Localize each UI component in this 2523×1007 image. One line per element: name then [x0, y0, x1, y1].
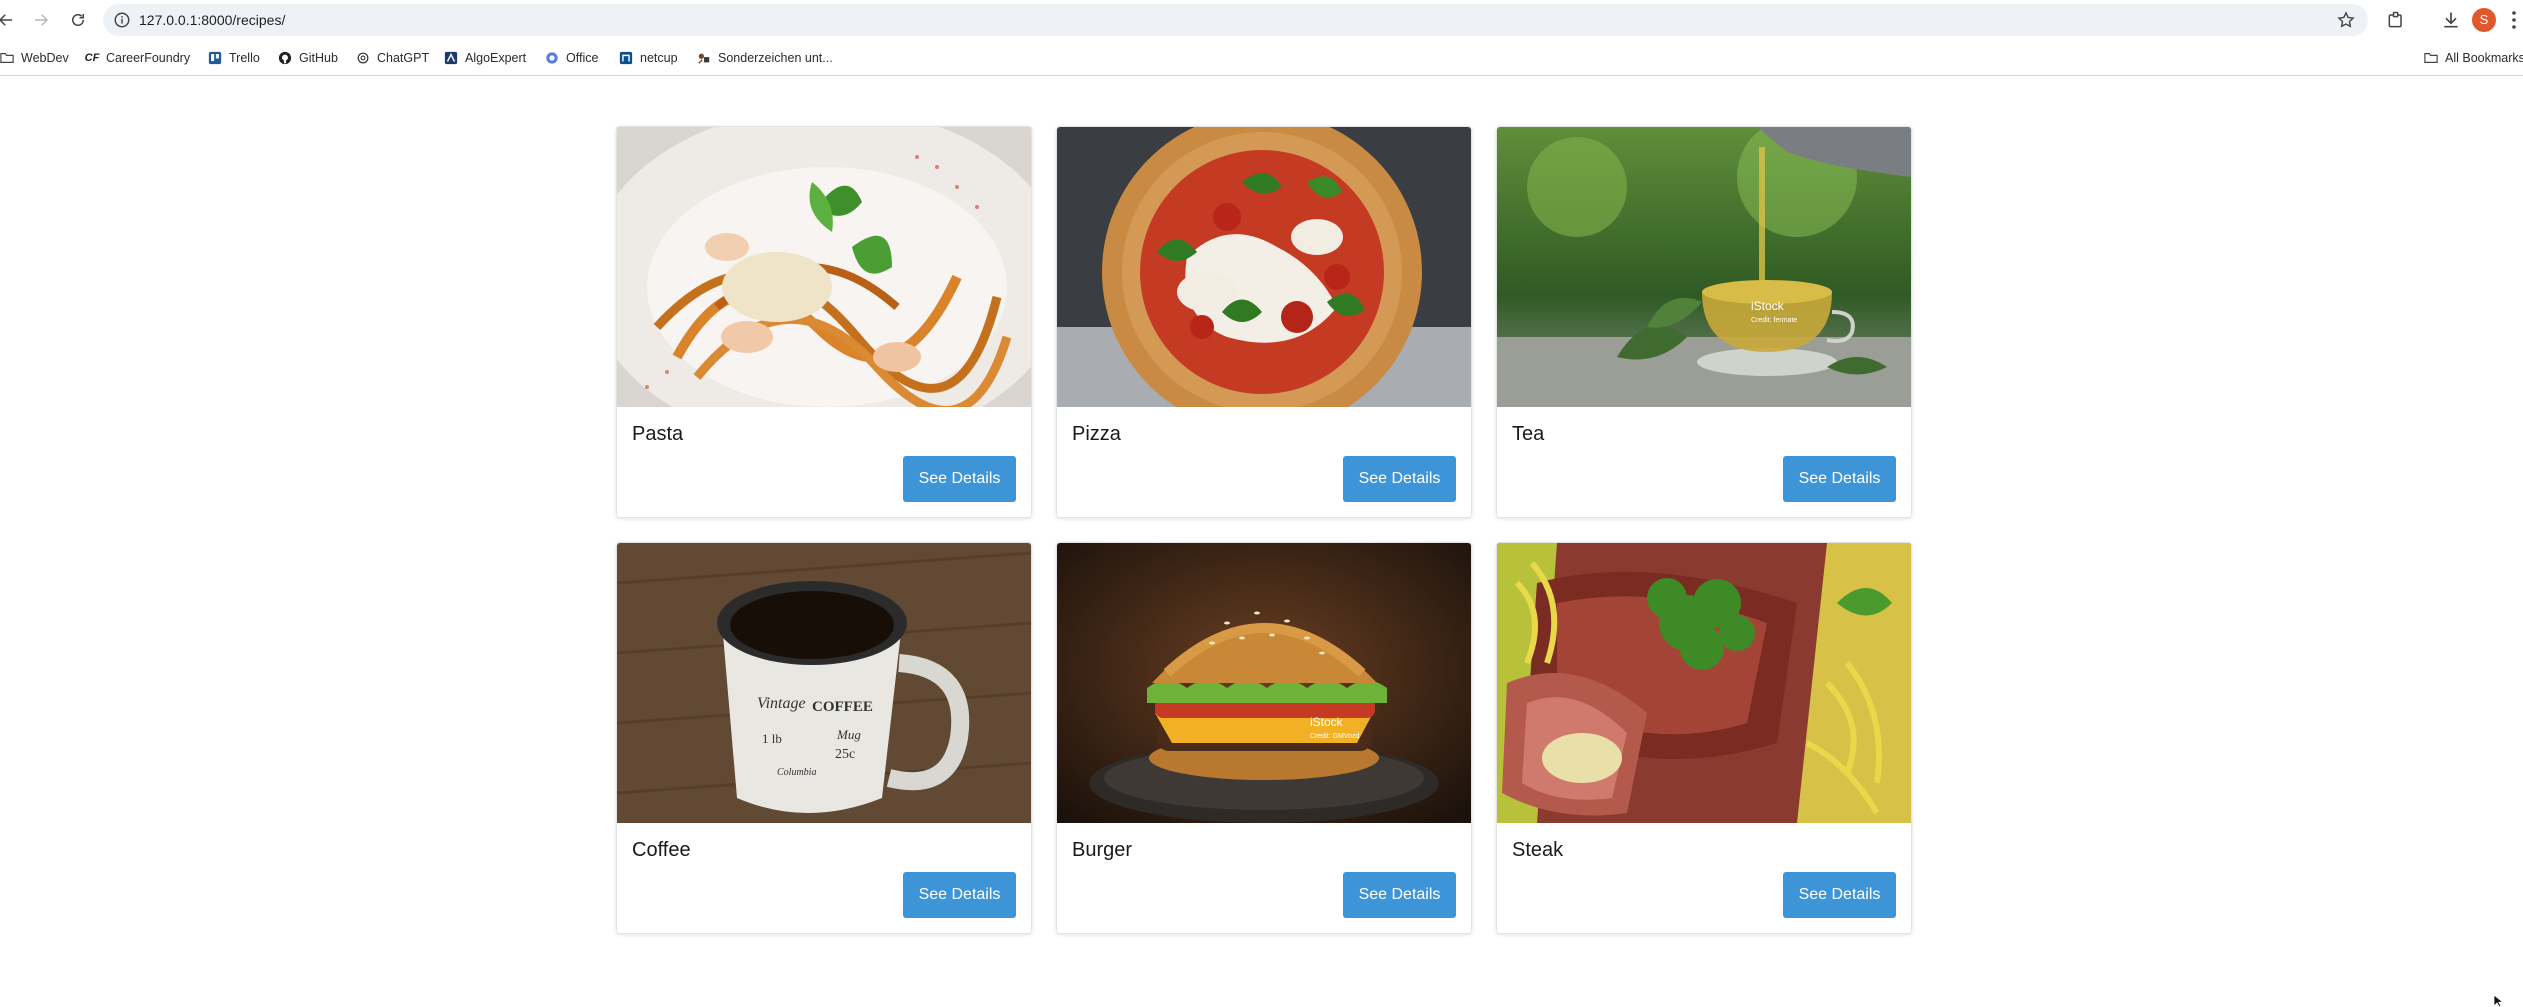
- see-details-button[interactable]: See Details: [1783, 872, 1896, 918]
- tea-credit: Credit: fermate: [1751, 317, 1797, 324]
- steak-photo: [1497, 543, 1911, 823]
- office-icon: [545, 51, 559, 65]
- coffee-photo: Vintage COFFEE 1 lb Mug 25c Columbia: [617, 543, 1031, 823]
- folder-icon: [2424, 51, 2438, 65]
- bookmark-star-icon[interactable]: [2336, 10, 2356, 30]
- bookmark-label: CareerFoundry: [106, 51, 191, 65]
- burger-watermark: iStock: [1310, 715, 1344, 729]
- bookmark-github[interactable]: GitHub: [278, 48, 338, 68]
- bookmark-label: ChatGPT: [377, 51, 430, 65]
- pasta-photo: [617, 127, 1031, 407]
- see-details-button[interactable]: See Details: [1783, 456, 1896, 502]
- svg-text:COFFEE: COFFEE: [812, 699, 873, 715]
- see-details-button[interactable]: See Details: [1343, 456, 1456, 502]
- recipe-card-pizza: Pizza See Details: [1056, 126, 1472, 518]
- recipe-title: Burger: [1072, 839, 1133, 861]
- forward-icon[interactable]: [29, 8, 53, 32]
- recipe-title: Pasta: [632, 423, 684, 445]
- all-bookmarks-label: All Bookmarks: [2445, 51, 2523, 65]
- algoexpert-icon: [444, 51, 458, 65]
- recipe-title: Coffee: [632, 839, 691, 861]
- bookmark-label: Office: [566, 51, 599, 65]
- pizza-photo: [1057, 127, 1471, 407]
- trello-icon: [208, 51, 222, 65]
- extensions-icon[interactable]: [2385, 9, 2407, 31]
- back-icon[interactable]: [0, 8, 18, 32]
- recipe-title: Tea: [1512, 423, 1545, 445]
- recipe-card-steak: Steak See Details: [1496, 542, 1912, 934]
- bookmarks-bar: WebDev CF CareerFoundry Trello GitHub Ch…: [0, 40, 2523, 76]
- profile-avatar[interactable]: S: [2472, 8, 2496, 32]
- mouse-cursor-icon: [2493, 994, 2505, 1007]
- address-bar[interactable]: 127.0.0.1:8000/recipes/: [103, 4, 2368, 36]
- browser-toolbar: 127.0.0.1:8000/recipes/ S: [0, 0, 2523, 40]
- bookmark-webdev[interactable]: WebDev: [0, 48, 69, 68]
- svg-text:Mug: Mug: [836, 727, 861, 742]
- url-text[interactable]: 127.0.0.1:8000/recipes/: [139, 11, 285, 29]
- bookmark-label: netcup: [640, 51, 678, 65]
- svg-text:Vintage: Vintage: [757, 695, 806, 712]
- reload-icon[interactable]: [66, 8, 90, 32]
- folder-icon: [0, 51, 14, 65]
- bookmark-label: Trello: [229, 51, 260, 65]
- bookmark-office[interactable]: Office: [545, 48, 598, 68]
- recipe-title: Pizza: [1072, 423, 1121, 445]
- site-info-icon[interactable]: [113, 11, 131, 29]
- download-icon[interactable]: [2440, 9, 2462, 31]
- recipe-card-tea: iStock Credit: fermate Tea See Details: [1496, 126, 1912, 518]
- recipe-title: Steak: [1512, 839, 1564, 861]
- svg-text:25c: 25c: [835, 747, 855, 762]
- sonderzeichen-icon: [697, 51, 711, 65]
- bookmark-netcup[interactable]: netcup: [619, 48, 678, 68]
- bookmark-label: WebDev: [21, 51, 69, 65]
- all-bookmarks-button[interactable]: All Bookmarks: [2424, 48, 2523, 68]
- bookmark-sonderzeichen[interactable]: Sonderzeichen unt...: [697, 48, 833, 68]
- bookmark-label: Sonderzeichen unt...: [718, 51, 833, 65]
- tea-photo: iStock Credit: fermate: [1497, 127, 1911, 407]
- bookmark-careerfoundry[interactable]: CF CareerFoundry: [85, 48, 190, 68]
- bookmark-algoexpert[interactable]: AlgoExpert: [444, 48, 526, 68]
- see-details-button[interactable]: See Details: [903, 456, 1016, 502]
- see-details-button[interactable]: See Details: [1343, 872, 1456, 918]
- bookmark-label: AlgoExpert: [465, 51, 527, 65]
- recipe-card-pasta: Pasta See Details: [616, 126, 1032, 518]
- burger-credit: Credit: GMVozd: [1310, 733, 1360, 740]
- tea-watermark: iStock: [1751, 299, 1785, 313]
- recipe-card-burger: iStock Credit: GMVozd Burger See Details: [1056, 542, 1472, 934]
- svg-text:1 lb: 1 lb: [762, 731, 782, 746]
- netcup-icon: [619, 51, 633, 65]
- bookmark-label: GitHub: [299, 51, 338, 65]
- svg-text:Columbia: Columbia: [777, 767, 816, 778]
- bookmark-chatgpt[interactable]: ChatGPT: [356, 48, 429, 68]
- github-icon: [278, 51, 292, 65]
- recipe-card-coffee: Vintage COFFEE 1 lb Mug 25c Columbia Cof…: [616, 542, 1032, 934]
- burger-photo: iStock Credit: GMVozd: [1057, 543, 1471, 823]
- chatgpt-icon: [356, 51, 370, 65]
- menu-icon[interactable]: [2510, 10, 2518, 30]
- careerfoundry-icon: CF: [84, 52, 100, 64]
- bookmark-trello[interactable]: Trello: [208, 48, 260, 68]
- see-details-button[interactable]: See Details: [903, 872, 1016, 918]
